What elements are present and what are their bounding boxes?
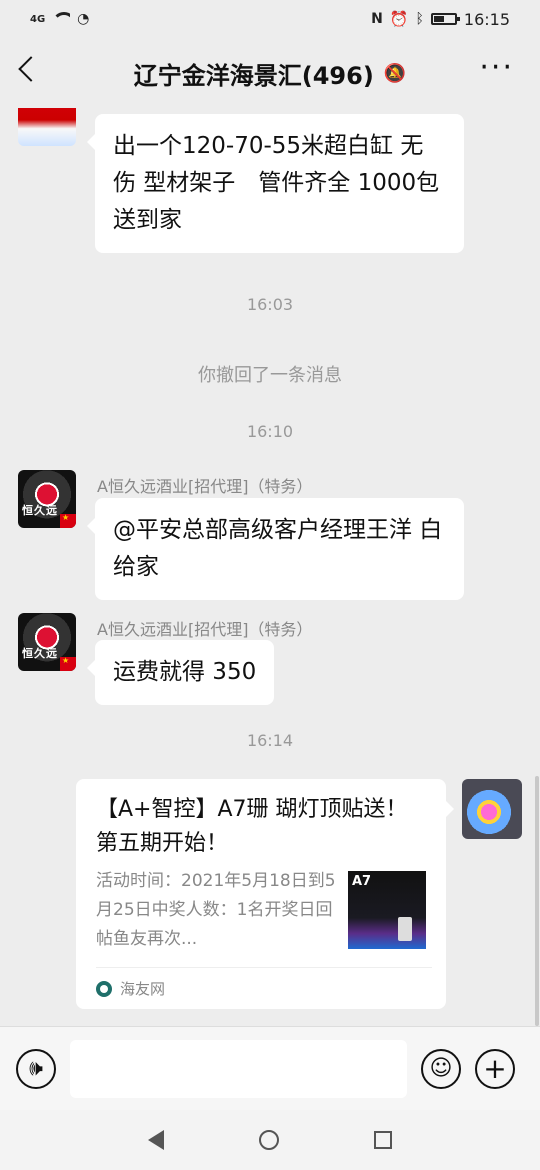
message-bubble[interactable]: @平安总部高级客户经理王洋 白给家 <box>87 498 464 600</box>
message-bubble[interactable]: 运费就得 350 <box>86 640 275 705</box>
mute-icon: 🔕 <box>383 62 407 84</box>
shared-link-card[interactable]: 【A+智控】A7珊 瑚灯顶贴送！第五期开始！ 活动时间：2021年5月18日到5… <box>76 779 454 1009</box>
nav-recents-icon[interactable] <box>374 1131 393 1149</box>
status-bar: 4G ◔ N ⏰ ᛒ 16:15 <box>0 0 540 38</box>
avatar-calligraphy: 恒久远 <box>22 504 58 517</box>
flag-badge-icon <box>60 513 76 528</box>
nav-back-icon[interactable] <box>147 1130 164 1150</box>
alarm-icon: ⏰ <box>389 10 409 28</box>
system-nav-bar <box>0 1110 540 1170</box>
chat-title: 辽宁金洋海景汇(496) <box>133 61 374 90</box>
card-body: 活动时间：2021年5月18日到5月25日中奖人数：1名开奖日回帖鱼友再次...… <box>96 867 426 954</box>
timestamp: 16:03 <box>246 295 294 314</box>
scrollbar[interactable] <box>535 776 539 1026</box>
chat-header: 辽宁金洋海景汇(496) 🔕 ··· <box>0 38 540 108</box>
bluetooth-icon: ᛒ <box>415 11 424 27</box>
my-avatar[interactable] <box>462 779 522 839</box>
avatar[interactable] <box>18 108 76 146</box>
timestamp: 16:14 <box>246 731 294 750</box>
add-more-icon[interactable]: + <box>475 1048 515 1089</box>
wifi-icon <box>52 12 71 26</box>
voice-input-icon[interactable]: 🕪 <box>16 1048 56 1089</box>
flag-badge-icon <box>60 656 76 671</box>
more-options-icon[interactable]: ··· <box>479 53 514 83</box>
card-title: 【A+智控】A7珊 瑚灯顶贴送！第五期开始！ <box>96 797 408 856</box>
message-bubble[interactable]: 出一个120-70-55米超白缸 无伤 型材架子 管件齐全 1000包送到家 <box>87 114 464 253</box>
avatar[interactable]: 恒久远 <box>18 613 76 671</box>
battery-icon <box>430 13 460 25</box>
timestamp: 16:10 <box>246 422 294 441</box>
clock: 16:15 <box>463 9 510 29</box>
sender-name: A恒久远酒业[招代理]（特务） <box>97 620 313 639</box>
message-input[interactable] <box>70 1039 407 1098</box>
message-list[interactable]: 出一个120-70-55米超白缸 无伤 型材架子 管件齐全 1000包送到家 1… <box>0 108 540 1026</box>
source-name: 海友网 <box>120 980 166 998</box>
recall-notice: 你撤回了一条消息 <box>198 365 342 386</box>
card-source: 海友网 <box>96 967 432 1009</box>
avatar-calligraphy: 恒久远 <box>22 647 58 660</box>
input-bar: 🕪 ☺ + <box>0 1026 540 1110</box>
thumbnail-label: A7 <box>352 874 372 889</box>
sender-name: A恒久远酒业[招代理]（特务） <box>97 477 313 496</box>
status-left: 4G ◔ <box>30 11 89 27</box>
nav-home-icon[interactable] <box>258 1130 279 1150</box>
card-thumbnail: A7 <box>348 871 426 949</box>
avatar[interactable]: 恒久远 <box>18 470 76 528</box>
source-logo-icon <box>96 980 112 997</box>
hotspot-icon: ◔ <box>77 11 90 27</box>
nfc-icon: N <box>371 11 383 27</box>
emoji-icon[interactable]: ☺ <box>421 1048 461 1089</box>
phone-icon <box>398 917 412 941</box>
back-arrow-icon[interactable] <box>18 56 44 82</box>
card-description: 活动时间：2021年5月18日到5月25日中奖人数：1名开奖日回帖鱼友再次... <box>96 871 336 949</box>
signal-icon: 4G <box>30 13 46 25</box>
status-right: N ⏰ ᛒ 16:15 <box>371 10 510 29</box>
